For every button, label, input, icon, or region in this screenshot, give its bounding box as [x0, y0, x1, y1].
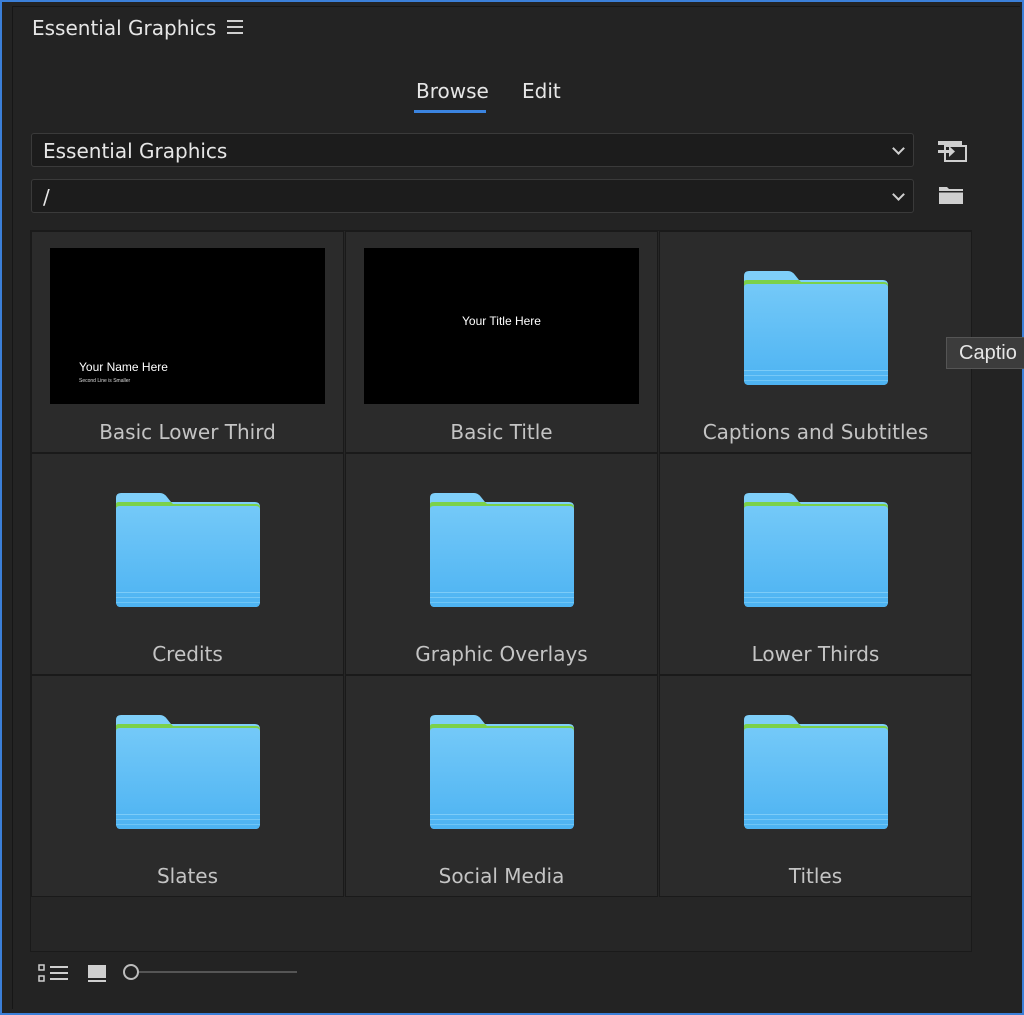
thumbnail-view-icon[interactable]: [87, 964, 107, 984]
path-dropdown[interactable]: /: [31, 179, 914, 213]
thumbnail-text: Your Title Here: [462, 314, 541, 328]
item-label: Slates: [156, 864, 219, 888]
path-dropdown-value: /: [43, 185, 50, 209]
grid-item-basic-title[interactable]: Your Title Here Basic Title: [345, 231, 658, 453]
tab-edit[interactable]: Edit: [522, 79, 561, 103]
folder-icon: [742, 492, 890, 608]
zoom-slider-track[interactable]: [139, 971, 297, 973]
grid-item-social-media[interactable]: Social Media: [345, 675, 658, 897]
tooltip: Captio: [946, 337, 1024, 369]
grid-item-titles[interactable]: Titles: [659, 675, 972, 897]
zoom-slider-handle[interactable]: [123, 964, 139, 980]
chevron-down-icon: [892, 188, 905, 201]
panel-title: Essential Graphics: [32, 16, 217, 40]
folder-icon: [428, 714, 576, 830]
tab-browse[interactable]: Browse: [416, 79, 489, 103]
item-label: Basic Title: [450, 420, 553, 444]
grid-item-credits[interactable]: Credits: [31, 453, 344, 675]
thumbnail-text: Your Name Here: [79, 360, 168, 374]
grid-item-slates[interactable]: Slates: [31, 675, 344, 897]
item-label: Captions and Subtitles: [702, 420, 929, 444]
item-label: Basic Lower Third: [99, 420, 276, 444]
active-tab-indicator: [414, 110, 486, 113]
list-view-icon[interactable]: [38, 964, 70, 984]
graphics-browser-grid: Your Name Here Second Line is Smaller Ba…: [30, 230, 972, 952]
template-thumbnail: Your Name Here Second Line is Smaller: [50, 248, 325, 404]
import-to-timeline-icon[interactable]: [937, 138, 967, 164]
library-dropdown-value: Essential Graphics: [43, 139, 228, 163]
grid-item-graphic-overlays[interactable]: Graphic Overlays: [345, 453, 658, 675]
chevron-down-icon: [892, 142, 905, 155]
item-label: Social Media: [438, 864, 565, 888]
folder-icon: [114, 492, 262, 608]
library-dropdown[interactable]: Essential Graphics: [31, 133, 914, 167]
grid-item-basic-lower-third[interactable]: Your Name Here Second Line is Smaller Ba…: [31, 231, 344, 453]
item-label: Lower Thirds: [751, 642, 880, 666]
hamburger-menu-icon[interactable]: [227, 20, 243, 34]
grid-item-lower-thirds[interactable]: Lower Thirds: [659, 453, 972, 675]
folder-icon[interactable]: [938, 185, 964, 205]
folder-icon: [428, 492, 576, 608]
folder-icon: [114, 714, 262, 830]
item-label: Credits: [152, 642, 223, 666]
template-thumbnail: Your Title Here: [364, 248, 639, 404]
item-label: Titles: [788, 864, 843, 888]
folder-icon: [742, 270, 890, 386]
folder-icon: [742, 714, 890, 830]
grid-item-captions-and-subtitles[interactable]: Captions and Subtitles: [659, 231, 972, 453]
thumbnail-subtext: Second Line is Smaller: [79, 378, 131, 384]
item-label: Graphic Overlays: [415, 642, 588, 666]
